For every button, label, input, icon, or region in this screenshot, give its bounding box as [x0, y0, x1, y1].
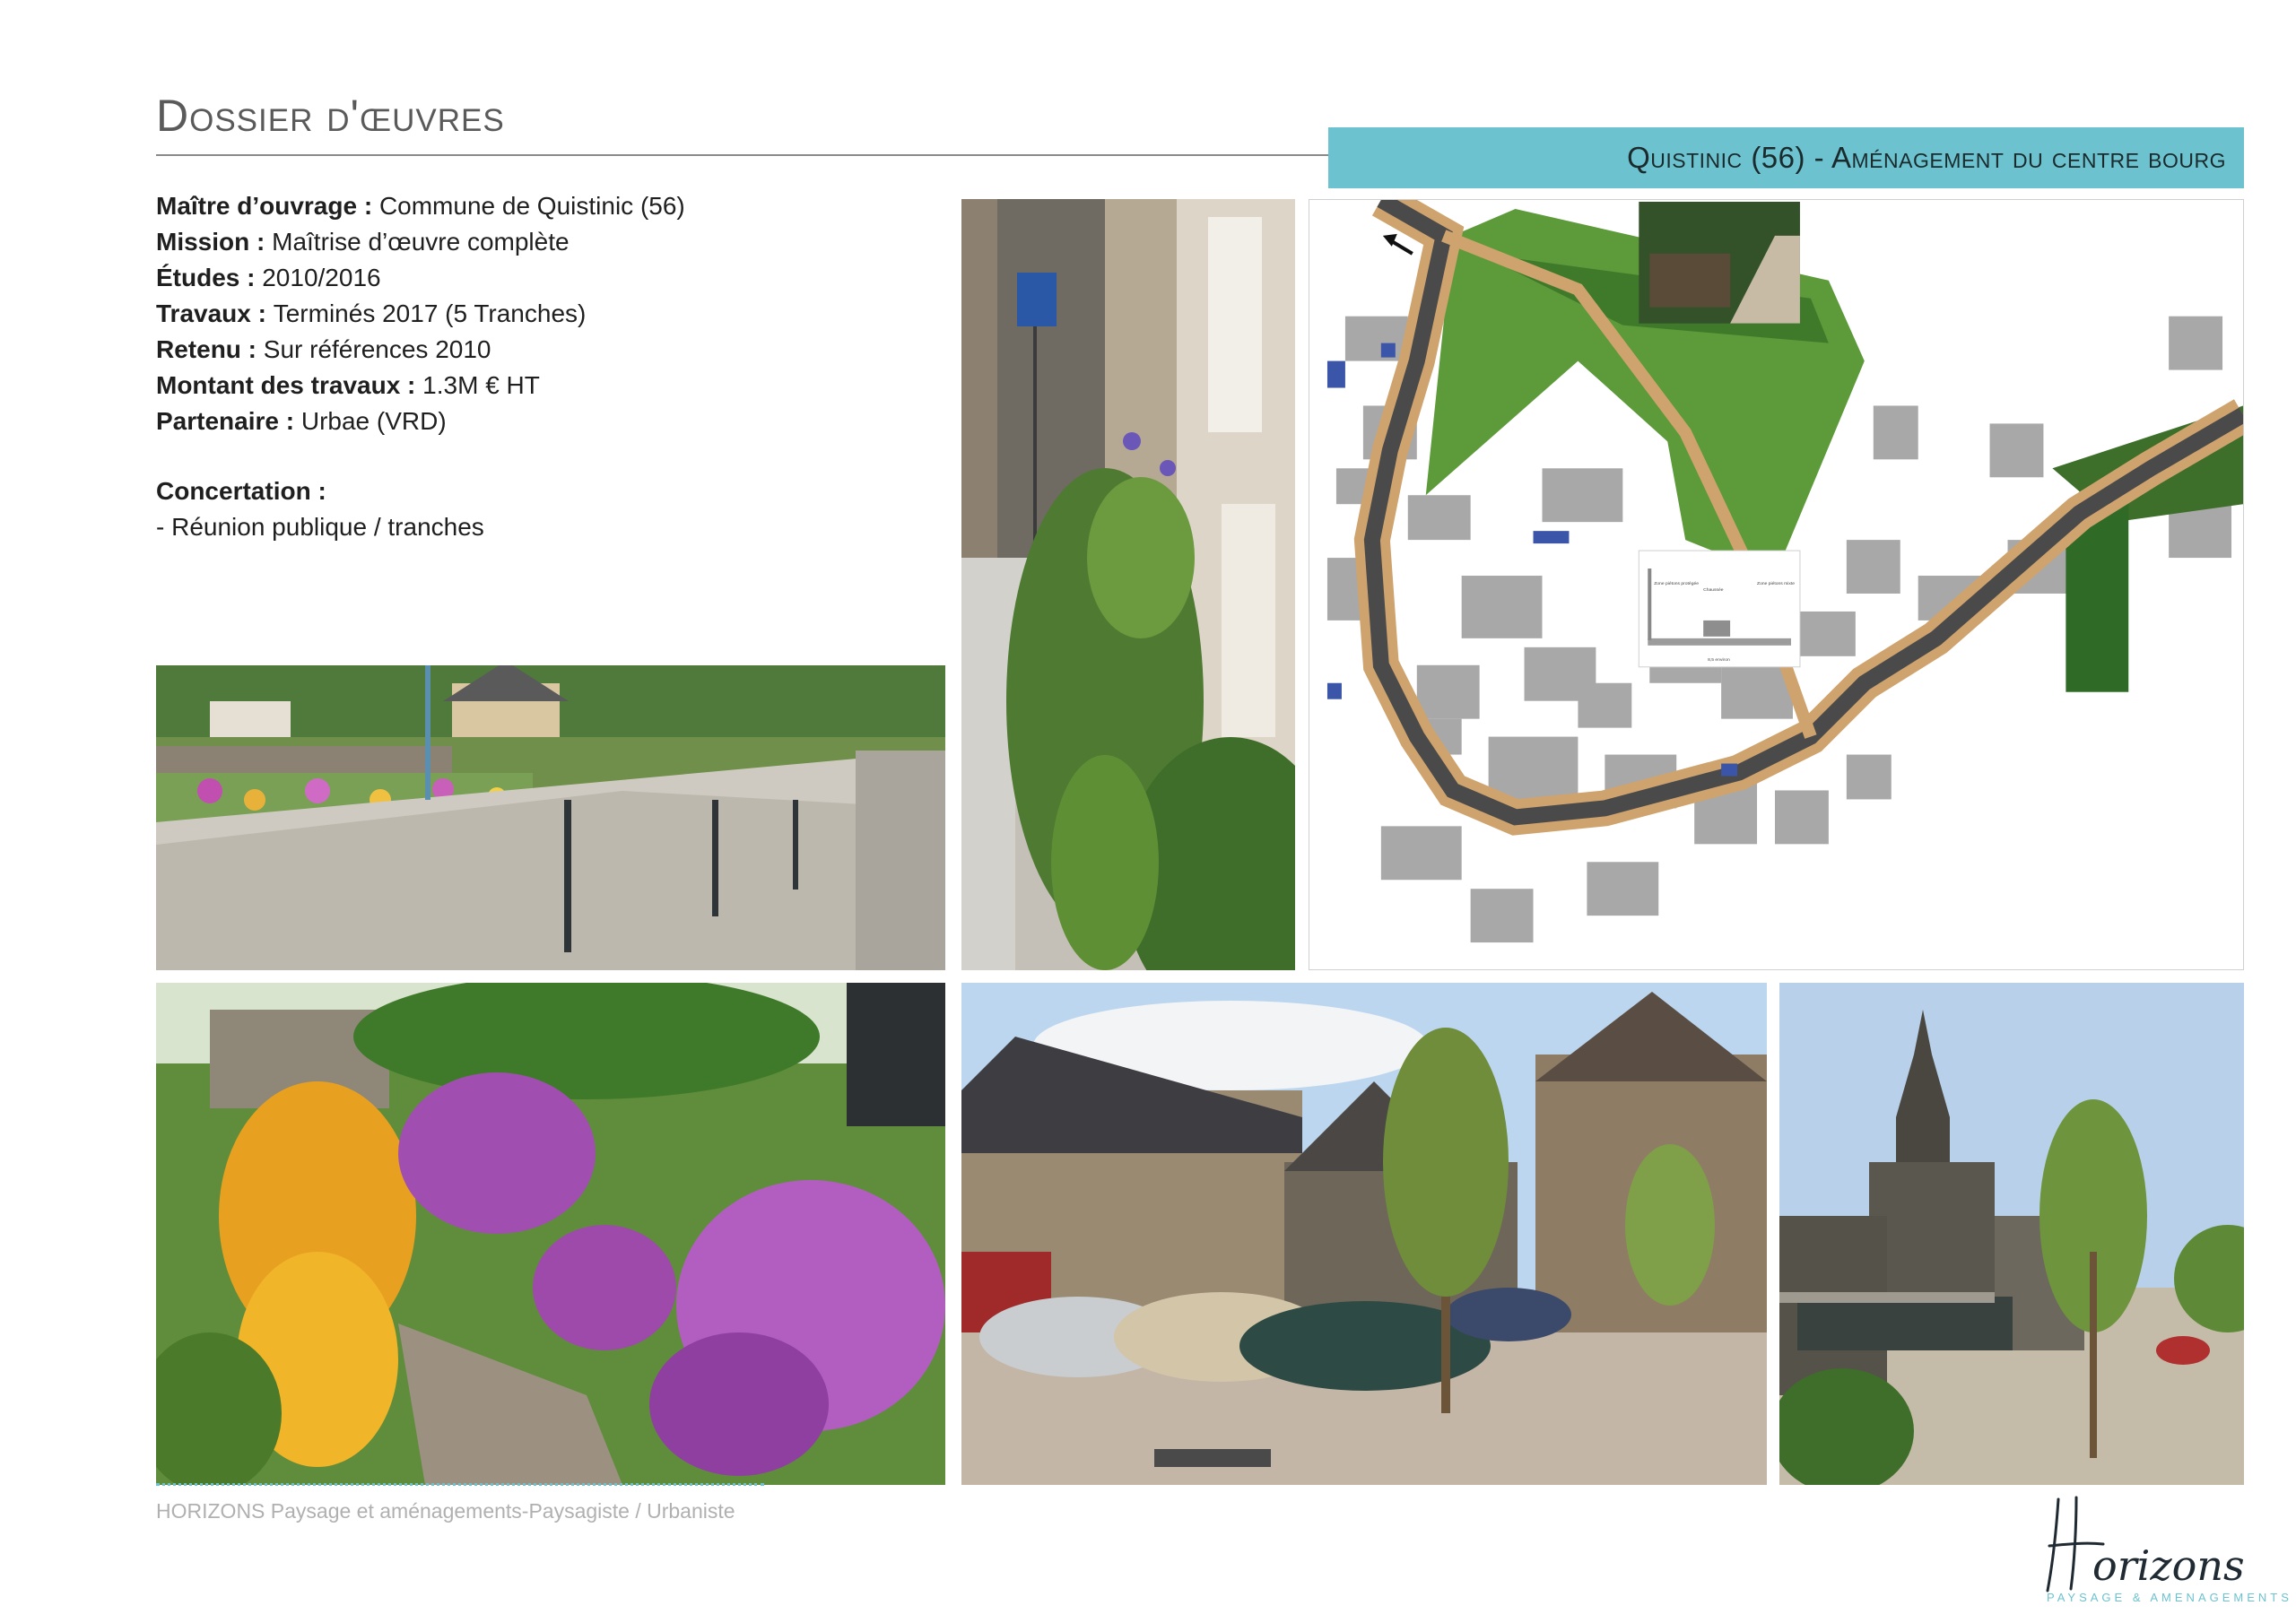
info-travaux-label: Travaux : [156, 299, 274, 327]
info-concertation-label: Concertation : [156, 477, 326, 505]
info-maitre-label: Maître d’ouvrage : [156, 192, 379, 220]
logo-tagline: PAYSAGE & AMENAGEMENTS [2047, 1591, 2292, 1604]
info-mission: Mission : Maîtrise d’œuvre complète [156, 228, 570, 256]
info-montant-label: Montant des travaux : [156, 371, 423, 399]
section-total: 8,5 environ [1708, 657, 1730, 663]
info-mission-value: Maîtrise d’œuvre complète [272, 228, 570, 256]
info-etudes-label: Études : [156, 264, 263, 291]
title-divider [156, 154, 1333, 156]
info-mission-label: Mission : [156, 228, 273, 256]
sidewalk-planting-photo [961, 199, 1295, 970]
info-montant: Montant des travaux : 1.3M € HT [156, 371, 540, 400]
info-concertation-item: - Réunion publique / tranches [156, 513, 484, 541]
info-retenu: Retenu : Sur références 2010 [156, 335, 491, 364]
logo-wordmark: orizons [2092, 1541, 2245, 1590]
church-photo [1779, 983, 2244, 1485]
info-travaux-value: Terminés 2017 (5 Tranches) [273, 299, 587, 327]
info-partenaire-label: Partenaire : [156, 407, 301, 435]
info-maitre-value: Commune de Quistinic (56) [378, 192, 685, 220]
info-retenu-label: Retenu : [156, 335, 264, 363]
section-label-mid: Chaussée [1703, 587, 1724, 593]
info-maitre: Maître d’ouvrage : Commune de Quistinic … [156, 192, 685, 221]
village-square-photo [961, 983, 1767, 1485]
document-title: Dossier d'œuvres [156, 91, 505, 141]
info-concertation: Concertation : [156, 477, 326, 506]
street-bollards-photo [156, 665, 945, 970]
info-montant-value: 1.3M € HT [422, 371, 540, 399]
info-travaux: Travaux : Terminés 2017 (5 Tranches) [156, 299, 586, 328]
info-partenaire-value: Urbae (VRD) [300, 407, 447, 435]
footer-text: HORIZONS Paysage et aménagements-Paysagi… [156, 1499, 735, 1523]
project-title: Quistinic (56) - Aménagement du centre b… [1627, 141, 2226, 174]
section-label-left: Zone piétons protégée [1654, 581, 1699, 586]
info-partenaire: Partenaire : Urbae (VRD) [156, 407, 447, 436]
info-etudes-value: 2010/2016 [262, 264, 381, 291]
site-plan: Zone piétons protégée Chaussée Zone piét… [1309, 199, 2244, 970]
info-etudes: Études : 2010/2016 [156, 264, 381, 292]
horizons-logo: orizons [2040, 1490, 2251, 1607]
project-banner: Quistinic (56) - Aménagement du centre b… [1328, 127, 2244, 188]
footer-divider [156, 1483, 764, 1486]
info-retenu-value: Sur références 2010 [263, 335, 491, 363]
flower-bed-photo [156, 983, 945, 1485]
section-label-right: Zone piétons mixte [1757, 581, 1795, 586]
